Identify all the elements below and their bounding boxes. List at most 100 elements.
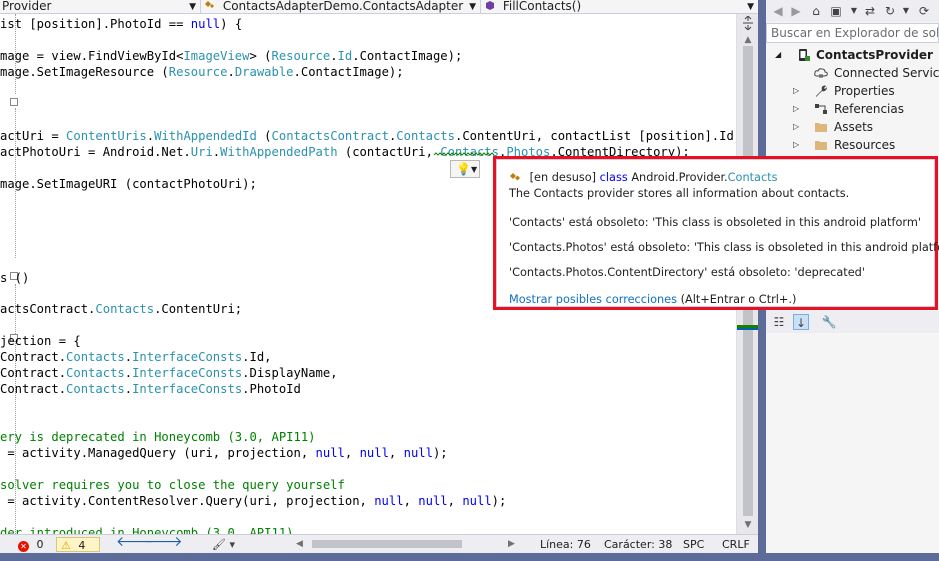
code-line[interactable]: Contract.Contacts.InterfaceConsts.Id, bbox=[0, 349, 272, 365]
solution-search-input[interactable]: Buscar en Explorador de solucio bbox=[766, 23, 939, 43]
code-token: , bbox=[447, 494, 463, 508]
code-line[interactable]: = activity.ContentResolver.Query(uri, pr… bbox=[0, 493, 506, 509]
code-line[interactable]: ery is deprecated in Honeycomb (3.0, API… bbox=[0, 429, 316, 445]
tree-item-referencias[interactable]: ▷ Referencias bbox=[766, 100, 939, 118]
code-token: .ContactImage); bbox=[293, 65, 404, 79]
switch-views-icon[interactable]: ▣ bbox=[828, 3, 844, 19]
obsolete-warning: 'Contacts.Photos' está obsoleto: 'This c… bbox=[509, 241, 939, 254]
character-indicator[interactable]: Carácter: 38 bbox=[604, 537, 672, 552]
home-icon[interactable]: ⌂ bbox=[808, 3, 824, 19]
code-line[interactable]: jection = { bbox=[0, 333, 81, 349]
code-token: Id bbox=[337, 49, 353, 63]
collapsed-arrow-icon[interactable]: ▷ bbox=[793, 118, 799, 136]
code-line[interactable]: Contract.Contacts.InterfaceConsts.Displa… bbox=[0, 365, 338, 381]
code-token: Resource bbox=[271, 49, 331, 63]
code-token: ContentUris bbox=[66, 129, 147, 143]
scroll-right-arrow-icon[interactable]: ▶ bbox=[508, 537, 515, 552]
solution-explorer-toolbar: ◀ ▶ ⌂ ▣ ▼ ⇄ ↻ ▼ ⟳ bbox=[766, 0, 939, 22]
code-token: > ( bbox=[249, 49, 272, 63]
code-line[interactable]: Contract.Contacts.InterfaceConsts.PhotoI… bbox=[0, 381, 301, 397]
code-token: , bbox=[344, 446, 360, 460]
code-line[interactable]: s () bbox=[0, 270, 29, 286]
member-dropdown-label: FillContacts() bbox=[502, 0, 582, 13]
outline-collapse-toggle[interactable] bbox=[10, 98, 18, 106]
navigation-bar: Provider ▼ ContactsAdapterDemo.ContactsA… bbox=[0, 0, 758, 14]
horizontal-scrollbar-thumb[interactable] bbox=[312, 540, 462, 548]
class-dropdown[interactable]: ContactsAdapterDemo.ContactsAdapter ▼ bbox=[202, 0, 481, 14]
code-token: solver requires you to close the query y… bbox=[0, 478, 345, 492]
code-line[interactable]: = activity.ManagedQuery (uri, projection… bbox=[0, 445, 448, 461]
member-dropdown[interactable]: FillContacts() ▼ bbox=[482, 0, 758, 14]
chevron-down-icon: ▼ bbox=[469, 2, 476, 12]
quick-actions-lightbulb[interactable]: 💡 ▼ bbox=[450, 160, 480, 178]
scroll-marker bbox=[737, 328, 759, 330]
code-token: ); bbox=[491, 494, 507, 508]
split-window-icon[interactable] bbox=[741, 16, 755, 30]
code-line[interactable]: solver requires you to close the query y… bbox=[0, 477, 345, 493]
navigate-forward-button[interactable]: 🡒 bbox=[145, 535, 183, 550]
code-token: = activity.ContentResolver.Query(uri, pr… bbox=[0, 494, 375, 508]
whitespace-indicator[interactable]: SPC bbox=[683, 537, 704, 552]
tree-item-properties[interactable]: ▷ Properties bbox=[766, 82, 939, 100]
collapsed-arrow-icon[interactable]: ▷ bbox=[793, 100, 799, 118]
refresh-icon[interactable]: ⟳ bbox=[916, 3, 932, 19]
tree-item-label: Resources bbox=[834, 138, 896, 152]
code-token: ContactsContract bbox=[271, 129, 389, 143]
obsolete-warning: 'Contacts' está obsoleto: 'This class is… bbox=[509, 216, 921, 229]
warning-count[interactable]: ⚠ 4 bbox=[56, 537, 100, 552]
back-arrow-icon[interactable]: ◀ bbox=[770, 3, 786, 19]
show-fixes-link[interactable]: Mostrar posibles correcciones bbox=[509, 293, 677, 306]
tree-item-assets[interactable]: ▷ Assets bbox=[766, 118, 939, 136]
code-token: actUri = bbox=[0, 129, 67, 143]
error-count[interactable]: ✕ 0 bbox=[18, 537, 44, 552]
code-line[interactable]: ist [position].PhotoId == null) { bbox=[0, 16, 242, 32]
tree-item-connected-services[interactable]: Connected Services bbox=[766, 64, 939, 82]
type-name[interactable]: Contacts bbox=[728, 171, 778, 184]
code-token: ) { bbox=[220, 17, 243, 31]
code-token: ); bbox=[432, 446, 448, 460]
project-dropdown[interactable]: Provider ▼ bbox=[0, 0, 201, 14]
tree-item-resources[interactable]: ▷ Resources bbox=[766, 136, 939, 154]
code-token: mage = view.FindViewById< bbox=[0, 49, 184, 63]
collapsed-arrow-icon[interactable]: ▷ bbox=[793, 82, 799, 100]
tree-item-label: Properties bbox=[834, 84, 895, 98]
references-icon bbox=[815, 104, 827, 114]
code-line[interactable]: actsContract.Contacts.ContentUri; bbox=[0, 301, 242, 317]
history-icon[interactable]: ↻ bbox=[882, 3, 898, 19]
code-line[interactable]: mage.SetImageResource (Resource.Drawable… bbox=[0, 64, 404, 80]
scroll-down-arrow-icon[interactable]: ▼ bbox=[742, 519, 754, 531]
scroll-up-arrow-icon[interactable]: ▲ bbox=[742, 34, 754, 46]
code-cleanup-button[interactable]: 🖌 ▾ bbox=[212, 537, 235, 552]
sync-icon[interactable]: ⇄ bbox=[862, 3, 878, 19]
collapsed-arrow-icon[interactable]: ▷ bbox=[793, 136, 799, 154]
code-token: null bbox=[418, 494, 448, 508]
wrench-icon[interactable]: 🔧 bbox=[821, 314, 837, 330]
expanded-arrow-icon[interactable]: ◢ bbox=[775, 46, 781, 64]
code-token: , bbox=[388, 446, 404, 460]
code-token: . bbox=[227, 65, 235, 79]
code-line[interactable]: mage.SetImageURI (contactPhotoUri); bbox=[0, 176, 257, 192]
code-token: Resource bbox=[168, 65, 228, 79]
chevron-down-icon[interactable]: ▼ bbox=[898, 3, 914, 19]
forward-arrow-icon[interactable]: ▶ bbox=[788, 3, 804, 19]
scroll-left-arrow-icon[interactable]: ◀ bbox=[296, 537, 303, 552]
code-line[interactable]: mage = view.FindViewById<ImageView> (Res… bbox=[0, 48, 462, 64]
line-indicator[interactable]: Línea: 76 bbox=[540, 537, 591, 552]
categorized-icon[interactable]: ☷ bbox=[771, 314, 787, 330]
tree-item-contactsprovider[interactable]: ◢ ContactsProvider bbox=[766, 46, 939, 64]
chevron-down-icon[interactable]: ▼ bbox=[846, 3, 862, 19]
line-ending-indicator[interactable]: CRLF bbox=[722, 537, 750, 552]
code-line[interactable]: actUri = ContentUris.WithAppendedId (Con… bbox=[0, 128, 736, 144]
folder-icon bbox=[815, 123, 827, 132]
editor-status-bar: ✕ 0 ⚠ 4 🡐 🡒 🖌 ▾ ◀ ▶ Línea: 76 Carácter: … bbox=[0, 534, 758, 553]
namespace-text: Android.Provider. bbox=[631, 171, 728, 184]
code-token: Contract. bbox=[0, 366, 67, 380]
code-line[interactable]: der introduced in Honeycomb (3.0, API11) bbox=[0, 525, 294, 534]
code-token: InterfaceConsts bbox=[132, 366, 243, 380]
class-keyword: class bbox=[599, 171, 628, 184]
properties-toolbar: ☷ ↓ 🔧 bbox=[766, 311, 939, 333]
alphabetical-sort-icon[interactable]: ↓ bbox=[793, 314, 809, 330]
code-token: .ContentUri; bbox=[154, 302, 243, 316]
code-token: WithAppendedPath bbox=[220, 145, 338, 159]
code-token: Contacts bbox=[66, 366, 125, 380]
